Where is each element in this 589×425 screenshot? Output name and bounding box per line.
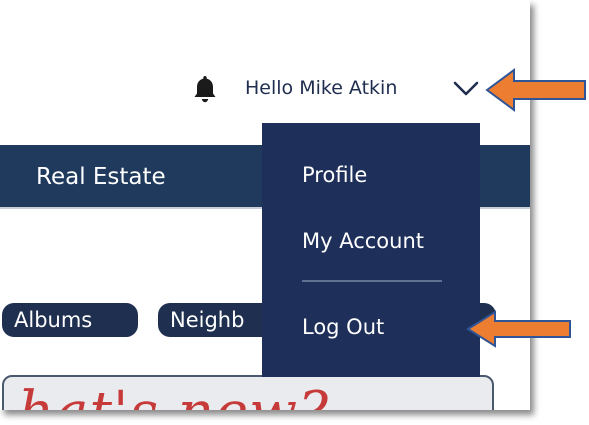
annotation-arrow-chevron (485, 68, 586, 112)
user-greeting[interactable]: Hello Mike Atkin (245, 74, 397, 102)
nav-item-real-estate[interactable]: Real Estate (36, 162, 166, 192)
annotation-arrow-logout (466, 310, 571, 348)
banner-text: hat's new? (18, 383, 329, 411)
bell-icon[interactable] (192, 74, 218, 104)
menu-item-profile[interactable]: Profile (302, 161, 367, 189)
screenshot-stage: Hello Mike Atkin Real Estate Albums Neig… (0, 0, 589, 425)
filter-pill-albums[interactable]: Albums (2, 303, 138, 337)
account-dropdown-menu: Profile My Account Log Out (262, 123, 480, 377)
whats-new-banner: hat's new? (2, 375, 494, 410)
menu-item-log-out[interactable]: Log Out (302, 313, 384, 341)
menu-separator (302, 280, 442, 282)
menu-item-my-account[interactable]: My Account (302, 227, 424, 255)
chevron-down-icon[interactable] (453, 80, 479, 98)
app-window: Hello Mike Atkin Real Estate Albums Neig… (0, 0, 530, 410)
